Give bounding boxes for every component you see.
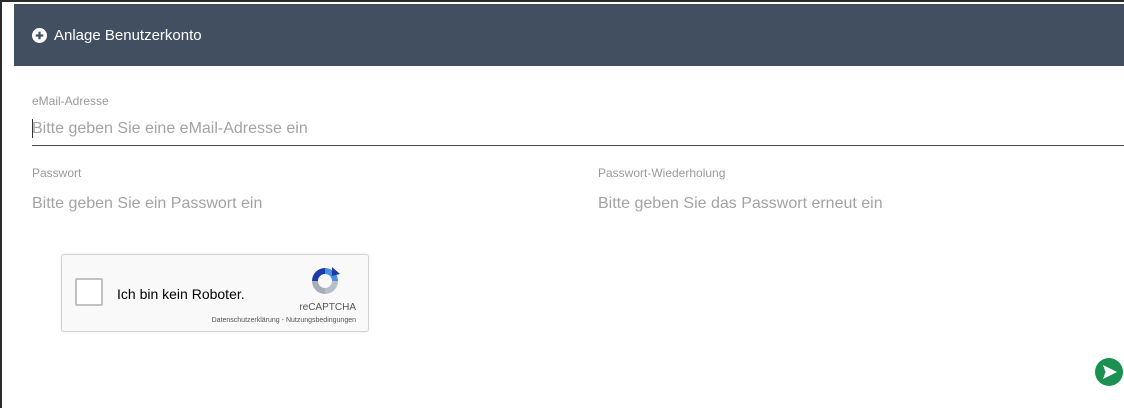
email-underline <box>32 145 1124 146</box>
recaptcha-widget: Ich bin kein Roboter. reCAPTCHA Datensch… <box>61 254 369 332</box>
password-repeat-label: Passwort-Wiederholung <box>598 166 726 180</box>
recaptcha-logo-icon <box>312 267 340 294</box>
terms-link[interactable]: Nutzungsbedingungen <box>286 317 356 324</box>
email-field[interactable] <box>32 119 1122 139</box>
privacy-link[interactable]: Datenschutzerklärung <box>212 317 280 324</box>
text-cursor <box>32 119 33 138</box>
recaptcha-label: Ich bin kein Roboter. <box>117 286 245 302</box>
password-label: Passwort <box>32 166 82 180</box>
form-panel: Anlage Benutzerkonto eMail-Adresse Passw… <box>0 0 1124 408</box>
page-title: Anlage Benutzerkonto <box>54 26 202 44</box>
recaptcha-checkbox[interactable] <box>75 278 103 306</box>
arrow-right-circle-icon[interactable] <box>1094 357 1124 387</box>
email-label: eMail-Adresse <box>32 94 109 108</box>
panel-header: Anlage Benutzerkonto <box>14 4 1124 66</box>
recaptcha-links: Datenschutzerklärung - Nutzungsbedingung… <box>212 317 356 324</box>
recaptcha-brand: reCAPTCHA <box>299 302 356 313</box>
plus-circle-icon <box>32 27 47 43</box>
password-repeat-field[interactable] <box>598 194 1118 214</box>
password-field[interactable] <box>32 194 572 214</box>
